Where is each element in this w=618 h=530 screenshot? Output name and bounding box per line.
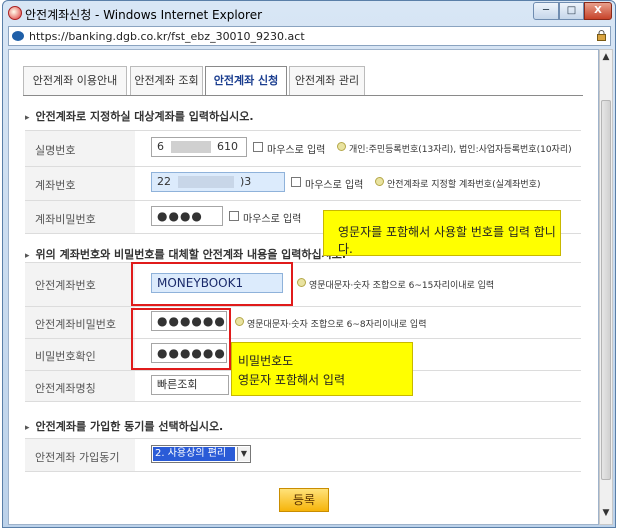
safe-pw-hint: 영문대문자·숫자 조합으로 6~8자리이내로 입력	[247, 320, 427, 330]
safe-pw-label: 안전계좌비밀번호	[35, 318, 116, 331]
lock-icon	[597, 30, 606, 41]
title-bar[interactable]: 안전계좌신청 - Windows Internet Explorer ─ □ X	[3, 1, 615, 25]
realname-label: 실명번호	[35, 144, 76, 157]
info-icon	[337, 142, 346, 151]
minimize-button[interactable]: ─	[533, 2, 559, 20]
safe-account-hint: 영문대문자·숫자 조합으로 6~15자리이내로 입력	[309, 281, 495, 291]
tab-apply[interactable]: 안전계좌 신청	[205, 66, 287, 96]
account-input[interactable]: 22 )3	[151, 172, 285, 192]
maximize-button[interactable]: □	[559, 2, 584, 20]
account-label: 계좌번호	[35, 179, 76, 192]
account-pw-input[interactable]: ●●●●	[151, 206, 223, 226]
section-motive-title: 안전계좌를 가입한 동기를 선택하십시오.	[25, 418, 224, 434]
tab-divider	[23, 95, 583, 96]
annotation-note-1: 영문자를 포함해서 사용할 번호를 입력 합니다.	[323, 210, 561, 256]
close-button[interactable]: X	[584, 2, 612, 20]
site-icon	[12, 31, 24, 41]
ie-icon	[8, 6, 22, 20]
annotation-box-password	[131, 308, 231, 370]
annotation-box-safe-account	[131, 262, 293, 306]
info-icon	[297, 278, 306, 287]
scroll-thumb[interactable]	[601, 100, 611, 480]
info-icon	[235, 317, 244, 326]
account-value-b: )3	[240, 175, 252, 188]
annotation-note-2: 비밀번호도 영문자 포함해서 입력	[231, 342, 413, 396]
url-text: https://banking.dgb.co.kr/fst_ebz_30010_…	[29, 30, 305, 43]
account-value-a: 22	[157, 175, 171, 188]
safe-account-label: 안전계좌번호	[35, 279, 96, 292]
address-bar[interactable]: https://banking.dgb.co.kr/fst_ebz_30010_…	[8, 26, 611, 46]
browser-window: 안전계좌신청 - Windows Internet Explorer ─ □ X…	[2, 0, 616, 528]
realname-value-a: 6	[157, 140, 164, 153]
safe-name-label: 안전계좌명칭	[35, 382, 96, 395]
realname-mouse-label: 마우스로 입력	[267, 145, 326, 156]
realname-value-b: 610	[217, 140, 238, 153]
tab-inquiry[interactable]: 안전계좌 조회	[130, 66, 203, 96]
masked-block	[170, 141, 211, 153]
scroll-up-icon[interactable]: ▲	[600, 52, 612, 66]
pw-confirm-label: 비밀번호확인	[35, 350, 96, 363]
section-replace-title: 위의 계좌번호와 비밀번호를 대체할 안전계좌 내용을 입력하십시오.	[25, 246, 347, 262]
page-content: 안전계좌 이용안내 안전계좌 조회 안전계좌 신청 안전계좌 관리 안전계좌로 …	[8, 49, 599, 525]
masked-block	[177, 176, 234, 188]
info-icon	[375, 177, 384, 186]
annotation-note-2-line1: 비밀번호도	[238, 354, 294, 368]
account-pw-mouse-label: 마우스로 입력	[243, 214, 302, 225]
safe-name-input[interactable]: 빠른조회	[151, 375, 229, 395]
realname-input[interactable]: 6 610	[151, 137, 247, 157]
account-pw-label: 계좌비밀번호	[35, 213, 96, 226]
account-mouse-label: 마우스로 입력	[305, 180, 364, 191]
tab-guide[interactable]: 안전계좌 이용안내	[23, 66, 127, 96]
register-button[interactable]: 등록	[279, 488, 329, 512]
account-hint: 안전계좌로 지정할 계좌번호(실계좌번호)	[387, 180, 541, 190]
tab-manage[interactable]: 안전계좌 관리	[289, 66, 365, 96]
motive-select[interactable]: 2. 사용상의 편리 ▼	[151, 445, 251, 463]
realname-hint: 개인:주민등록번호(13자리), 법인:사업자등록번호(10자리)	[349, 145, 572, 155]
vertical-scrollbar[interactable]: ▲ ▼	[599, 49, 613, 525]
motive-label: 안전계좌 가입동기	[35, 451, 120, 464]
account-mouse-checkbox[interactable]	[291, 177, 301, 187]
scroll-down-icon[interactable]: ▼	[600, 508, 612, 522]
motive-selected-value: 2. 사용상의 편리	[153, 447, 235, 461]
chevron-down-icon[interactable]: ▼	[237, 447, 250, 461]
account-pw-mouse-checkbox[interactable]	[229, 211, 239, 221]
annotation-note-2-line2: 영문자 포함해서 입력	[238, 373, 345, 387]
realname-mouse-checkbox[interactable]	[253, 142, 263, 152]
window-title: 안전계좌신청 - Windows Internet Explorer	[25, 8, 263, 22]
section-target-title: 안전계좌로 지정하실 대상계좌를 입력하십시오.	[25, 108, 254, 124]
